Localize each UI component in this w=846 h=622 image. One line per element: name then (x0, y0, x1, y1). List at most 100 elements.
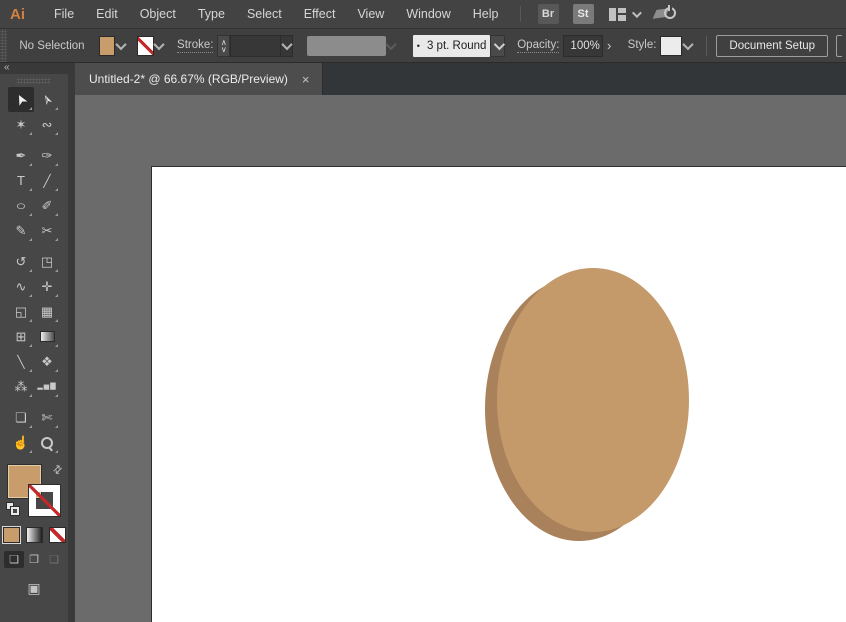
bridge-button[interactable]: Br (538, 4, 559, 24)
stroke-dropdown-chevron-icon[interactable] (154, 36, 165, 56)
width-profile-chevron-icon (386, 36, 397, 56)
hand-tool[interactable]: ☝ (8, 430, 34, 455)
line-segment-tool[interactable]: ╱ (34, 168, 60, 193)
tools-panel-grip[interactable] (17, 78, 51, 84)
menu-view[interactable]: View (346, 0, 395, 29)
collapse-panel-button[interactable]: « (0, 63, 75, 74)
selection-status: No Selection (19, 40, 84, 52)
tools-grid: ➤➢✶ ∾ ✒ ✑ T ╱ ○✐ ✎ ✂ ↺◳∿ ✛ ◱ ▦ ⊞ ╲❖ ⁂ ▂▅▇❏✄☝ (8, 87, 60, 455)
brush-name: 3 pt. Round (427, 40, 486, 52)
mesh-tool[interactable]: ⊞ (8, 324, 34, 349)
selection-tool[interactable]: ➤ (8, 87, 34, 112)
menu-object[interactable]: Object (129, 0, 187, 29)
symbol-sprayer-icon: ⁂ (15, 380, 28, 393)
default-fill-stroke-icon[interactable] (6, 502, 19, 515)
canvas[interactable] (75, 95, 846, 622)
control-bar-grip[interactable] (0, 29, 7, 62)
magic-wand-tool[interactable]: ✶ (8, 112, 34, 137)
column-graph-tool[interactable]: ▂▅▇ (34, 374, 60, 399)
menu-bar: Ai File Edit Object Type Select Effect V… (0, 0, 846, 29)
curvature-icon: ✑ (42, 149, 53, 162)
curvature-tool[interactable]: ✑ (34, 143, 60, 168)
eyedropper-tool[interactable]: ╲ (8, 349, 34, 374)
stroke-weight-stepper[interactable]: ∧ ∨ (217, 35, 230, 57)
swap-fill-stroke-icon[interactable]: ⇄ (50, 462, 66, 478)
type-tool[interactable]: T (8, 168, 34, 193)
gradient-tool[interactable] (34, 324, 60, 349)
stroke-weight-field[interactable] (230, 35, 281, 57)
artboard[interactable] (151, 166, 846, 622)
pen-icon: ✒ (16, 149, 27, 162)
sync-power-icon[interactable] (655, 5, 677, 23)
zoom-tool[interactable] (34, 430, 60, 455)
gradient-button[interactable] (26, 527, 43, 543)
control-bar: No Selection Stroke: ∧ ∨ • 3 pt. Round O… (0, 29, 846, 63)
menu-help[interactable]: Help (462, 0, 510, 29)
mesh-icon: ⊞ (16, 330, 27, 343)
opacity-expander-icon[interactable]: › (603, 35, 616, 57)
stock-button[interactable]: St (573, 4, 594, 24)
color-button[interactable] (3, 527, 20, 543)
none-button[interactable] (49, 527, 66, 543)
brush-chevron-icon[interactable] (490, 35, 505, 57)
workspace-icon[interactable] (609, 8, 626, 21)
free-transform-icon: ✛ (42, 280, 53, 293)
draw-normal-button[interactable]: ❏ (4, 551, 24, 568)
main-ellipse[interactable] (497, 268, 689, 532)
illustrator-window: Ai File Edit Object Type Select Effect V… (0, 0, 846, 622)
lasso-tool[interactable]: ∾ (34, 112, 60, 137)
artboard-tool[interactable]: ❏ (8, 405, 34, 430)
stroke-weight-label[interactable]: Stroke: (177, 39, 213, 53)
direct-selection-tool[interactable]: ➢ (34, 87, 60, 112)
document-tab-title: Untitled-2* @ 66.67% (RGB/Preview) (89, 72, 288, 86)
paintbrush-tool[interactable]: ✐ (34, 193, 60, 218)
opacity-label[interactable]: Opacity: (517, 39, 559, 53)
pencil-tool[interactable]: ✎ (8, 218, 34, 243)
width-tool[interactable]: ∿ (8, 274, 34, 299)
document-tab[interactable]: Untitled-2* @ 66.67% (RGB/Preview) × (75, 63, 323, 95)
brush-preview-icon: • (417, 41, 420, 51)
document-tab-bar: Untitled-2* @ 66.67% (RGB/Preview) × (75, 63, 846, 95)
pencil-icon: ✎ (16, 224, 27, 237)
document-setup-button[interactable]: Document Setup (716, 35, 828, 57)
fill-color-swatch[interactable] (99, 36, 116, 56)
zoom-icon (40, 436, 54, 450)
width-profile-dropdown[interactable] (307, 36, 386, 56)
pen-tool[interactable]: ✒ (8, 143, 34, 168)
lasso-icon: ∾ (42, 118, 53, 131)
blend-tool[interactable]: ❖ (34, 349, 60, 374)
menu-window[interactable]: Window (395, 0, 461, 29)
preferences-button-clipped[interactable] (836, 35, 842, 57)
close-tab-icon[interactable]: × (302, 73, 310, 86)
scissors-icon: ✂ (42, 224, 53, 237)
style-label: Style: (628, 39, 657, 52)
slice-tool[interactable]: ✄ (34, 405, 60, 430)
change-screen-mode-button[interactable]: ▣ (27, 580, 40, 597)
scale-tool[interactable]: ◳ (34, 249, 60, 274)
stepper-down-icon[interactable]: ∨ (221, 46, 227, 53)
menu-file[interactable]: File (43, 0, 85, 29)
style-chevron-icon[interactable] (682, 36, 693, 56)
menu-select[interactable]: Select (236, 0, 293, 29)
fill-dropdown-chevron-icon[interactable] (115, 36, 126, 56)
brush-definition-dropdown[interactable]: • 3 pt. Round (413, 35, 490, 57)
chevron-down-icon[interactable] (631, 8, 641, 18)
line-segment-icon: ╱ (43, 175, 50, 187)
menu-type[interactable]: Type (187, 0, 236, 29)
menu-effect[interactable]: Effect (293, 0, 347, 29)
style-swatch[interactable] (660, 36, 682, 56)
stroke-weight-chevron-icon[interactable] (281, 35, 293, 57)
ellipse-tool[interactable]: ○ (8, 193, 34, 218)
scissors-tool[interactable]: ✂ (34, 218, 60, 243)
perspective-grid-tool[interactable]: ▦ (34, 299, 60, 324)
free-transform-tool[interactable]: ✛ (34, 274, 60, 299)
draw-behind-button[interactable]: ❐ (24, 551, 44, 568)
opacity-field[interactable]: 100% (563, 35, 602, 57)
stroke-color-swatch[interactable] (137, 36, 154, 56)
rotate-tool[interactable]: ↺ (8, 249, 34, 274)
symbol-sprayer-tool[interactable]: ⁂ (8, 374, 34, 399)
perspective-grid-icon: ▦ (41, 305, 53, 318)
menu-edit[interactable]: Edit (85, 0, 129, 29)
stroke-indicator[interactable] (29, 485, 60, 516)
shape-builder-tool[interactable]: ◱ (8, 299, 34, 324)
